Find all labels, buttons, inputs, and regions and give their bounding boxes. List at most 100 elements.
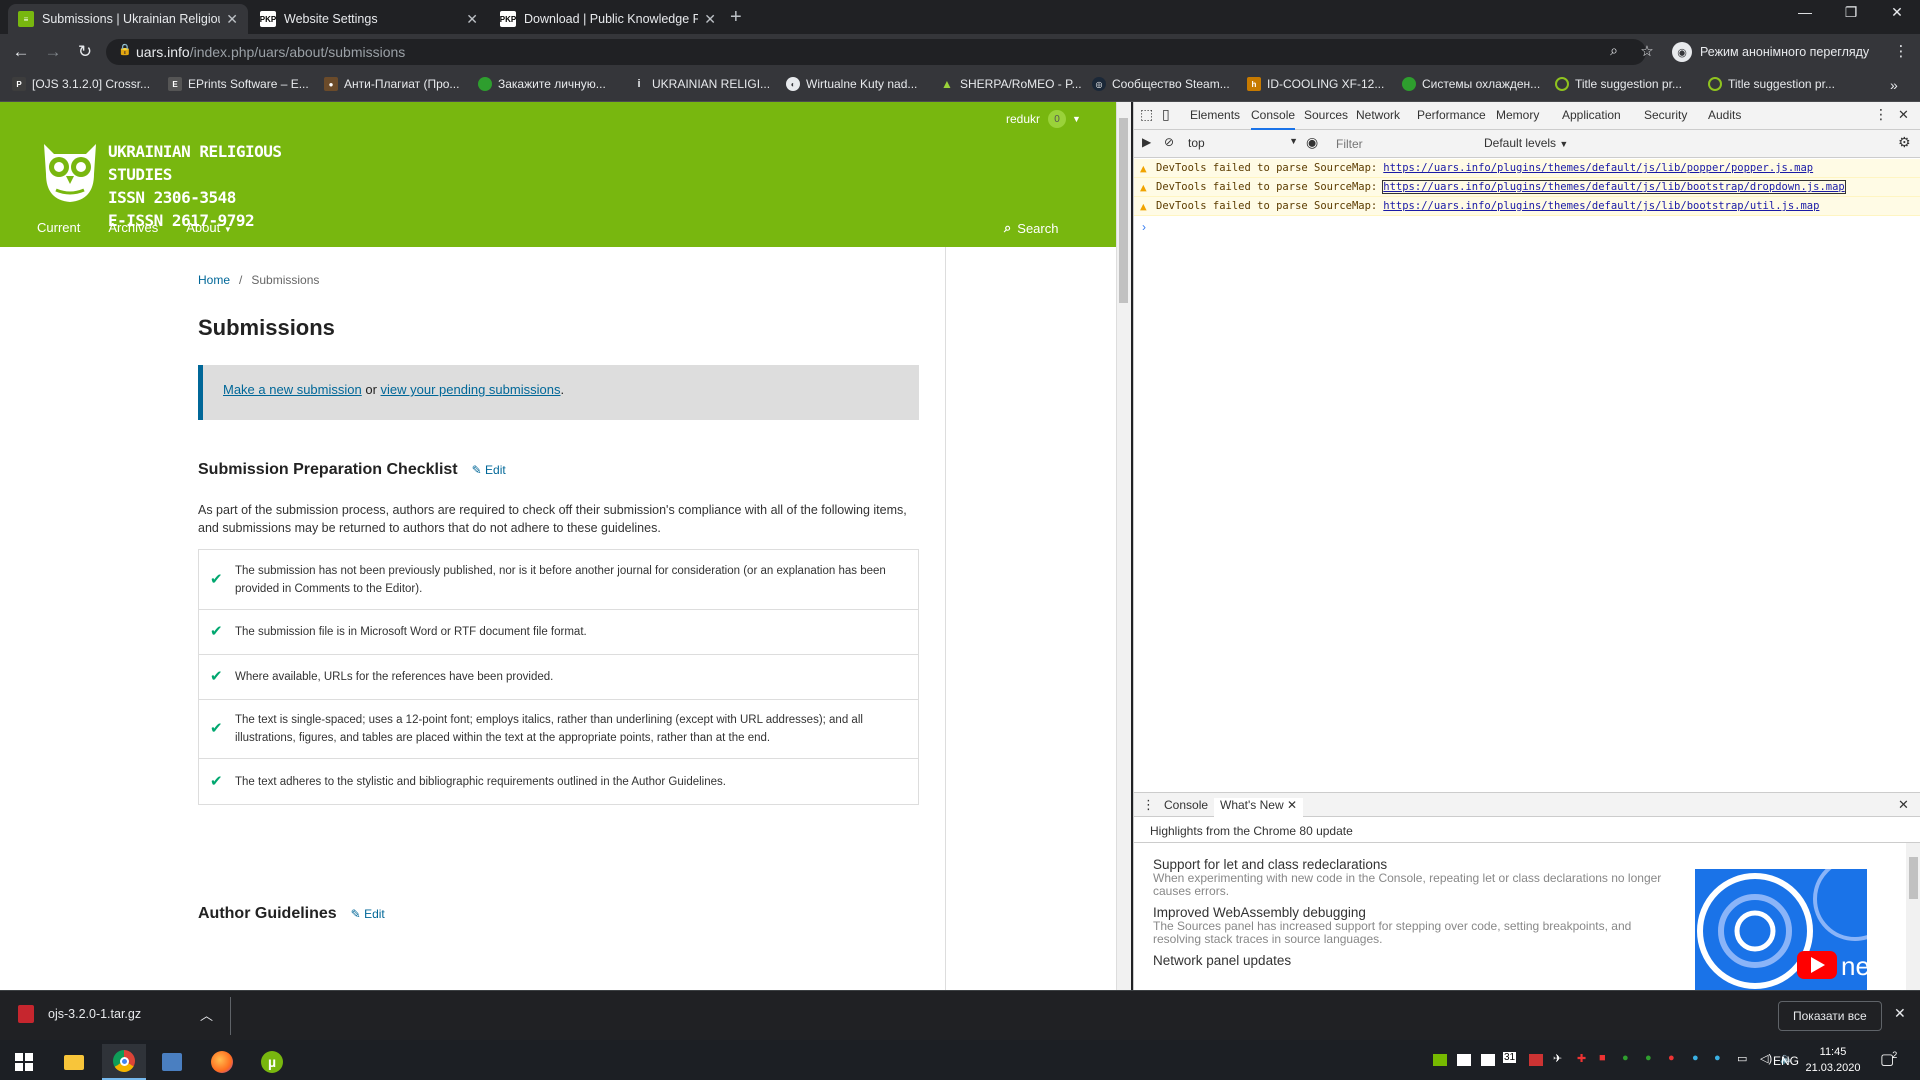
tab-performance[interactable]: Performance [1417,108,1486,122]
breadcrumb-home[interactable]: Home [198,273,230,287]
close-window-button[interactable]: ✕ [1874,4,1920,21]
bookmark-item[interactable]: h ID-COOLING XF-12... [1247,77,1384,91]
clock[interactable]: 11:45 21.03.2020 [1804,1044,1862,1076]
drawer-tab-console[interactable]: Console [1164,798,1208,812]
close-tab-icon[interactable]: ✕ [704,11,716,28]
bookmark-item[interactable]: Закажите личную... [478,77,606,91]
bookmark-item[interactable]: ◐ Wirtualne Kuty nad... [786,77,917,91]
file-explorer-icon[interactable] [52,1044,96,1080]
close-devtools-icon[interactable]: ✕ [1898,107,1909,123]
action-center-icon[interactable]: ▢2 [1880,1050,1899,1068]
bookmark-item[interactable]: i UKRAINIAN RELIGI... [632,77,770,91]
console-prompt[interactable]: › [1142,220,1146,234]
nav-about[interactable]: About ▼ [186,220,232,235]
close-drawer-icon[interactable]: ✕ [1898,797,1909,813]
tray-icon[interactable] [1457,1054,1471,1066]
edit-checklist-link[interactable]: ✎ Edit [472,463,506,477]
chrome-update-video[interactable]: ne [1695,869,1867,991]
context-selector[interactable]: top ▼ [1188,136,1298,150]
input-language[interactable]: ENG [1773,1054,1799,1068]
tray-icon[interactable]: ● [1622,1052,1629,1064]
tray-icon[interactable]: ● [1668,1052,1675,1064]
edit-guidelines-link[interactable]: ✎ Edit [351,907,385,921]
drawer-tab-whats-new[interactable]: What's New ✕ [1214,798,1304,817]
nvidia-tray-icon[interactable] [1433,1054,1447,1066]
devtools-menu-icon[interactable]: ⋮ [1874,106,1888,123]
incognito-indicator[interactable]: ◉ Режим анонімного перегляду [1672,39,1869,65]
back-arrow-icon[interactable]: ← [10,42,32,62]
nav-current[interactable]: Current [37,220,80,235]
tray-icon[interactable]: ● [1692,1052,1699,1064]
inspect-element-icon[interactable]: ⬚ [1140,106,1153,123]
device-toolbar-icon[interactable]: ▯ [1162,106,1170,123]
tray-icon[interactable]: ■ [1599,1052,1606,1064]
tray-icon[interactable]: ✚ [1577,1052,1586,1065]
download-item[interactable]: ojs-3.2.0-1.tar.gz [48,1007,141,1021]
utorrent-icon[interactable]: µ [250,1044,294,1080]
sourcemap-link[interactable]: https://uars.info/plugins/themes/default… [1382,180,1846,194]
drawer-scrollbar-thumb[interactable] [1909,857,1918,899]
bookmark-item[interactable]: E EPrints Software – E... [168,77,309,91]
user-menu[interactable]: redukr 0 ▼ [1006,110,1081,128]
volume-icon[interactable]: ◁) [1760,1052,1772,1065]
log-levels-dropdown[interactable]: Default levels ▼ [1484,136,1568,150]
tab-audits[interactable]: Audits [1708,108,1741,122]
new-submission-link[interactable]: Make a new submission [223,382,362,397]
firefox-icon[interactable] [200,1044,244,1080]
tab-submissions[interactable]: ≡ Submissions | Ukrainian Religious ✕ [8,4,248,34]
close-tab-icon[interactable]: ✕ [466,11,478,28]
network-icon[interactable]: ▭ [1737,1052,1747,1065]
bookmark-item[interactable]: ▲ SHERPA/RoMEO - P... [940,77,1082,91]
settings-gear-icon[interactable]: ⚙ [1898,134,1911,151]
bookmark-item[interactable]: P [OJS 3.1.2.0] Crossr... [12,77,150,91]
bookmark-item[interactable]: ● Анти-Плагиат (Про... [324,77,459,91]
minimize-button[interactable]: — [1782,4,1828,20]
whats-new-item[interactable]: Improved WebAssembly debugging The Source… [1153,905,1673,946]
more-bookmarks-icon[interactable]: » [1890,77,1898,93]
close-downloads-icon[interactable]: ✕ [1894,1005,1906,1022]
bookmark-item[interactable]: ◎ Сообщество Steam... [1092,77,1230,91]
close-tab-icon[interactable]: ✕ [226,11,238,28]
tab-application[interactable]: Application [1562,108,1621,122]
lock-icon[interactable]: 🔒 [118,43,132,56]
tray-icon[interactable] [1529,1054,1543,1066]
tab-console[interactable]: Console [1251,108,1296,130]
tab-download-pkp[interactable]: PKP Download | Public Knowledge Pr ✕ [490,4,726,34]
calendar-tray-icon[interactable]: 31 [1503,1052,1517,1063]
sidebar-toggle-icon[interactable]: ▶ [1142,135,1151,149]
nav-archives[interactable]: Archives [108,220,158,235]
windows-start-icon[interactable] [2,1044,46,1080]
bookmark-item[interactable]: Системы охлажден... [1402,77,1540,91]
drawer-scrollbar[interactable] [1906,843,1920,991]
bookmark-item[interactable]: Title suggestion pr... [1708,77,1835,91]
clear-console-icon[interactable]: ⊘ [1164,135,1174,149]
restore-button[interactable]: ❐ [1828,4,1874,21]
journal-logo[interactable]: Ukrainian Religious Studies ISSN 2306-35… [36,132,320,230]
search-link[interactable]: ⌕ Search [1004,220,1058,236]
tray-icon[interactable]: ● [1714,1052,1721,1064]
page-scrollbar-thumb[interactable] [1119,118,1128,303]
whats-new-item[interactable]: Network panel updates [1153,953,1673,991]
reload-icon[interactable]: ↻ [74,42,96,62]
sourcemap-link[interactable]: https://uars.info/plugins/themes/default… [1383,200,1819,212]
eye-icon[interactable]: ◉ [1306,134,1318,151]
zoom-search-icon[interactable]: ⌕ [1603,42,1625,59]
network-app-icon[interactable] [150,1044,194,1080]
new-tab-button[interactable]: + [730,6,742,29]
tab-security[interactable]: Security [1644,108,1687,122]
tab-memory[interactable]: Memory [1496,108,1539,122]
sourcemap-link[interactable]: https://uars.info/plugins/themes/default… [1383,162,1813,174]
address-bar[interactable]: uars.info/index.php/uars/about/submissio… [106,39,1646,65]
tab-sources[interactable]: Sources [1304,108,1348,122]
pending-submissions-link[interactable]: view your pending submissions [381,382,561,397]
show-all-button[interactable]: Показати все [1778,1001,1882,1031]
bookmark-star-icon[interactable]: ☆ [1636,42,1658,60]
drawer-menu-icon[interactable]: ⋮ [1142,797,1155,813]
tab-network[interactable]: Network [1356,108,1400,122]
bookmark-item[interactable]: Title suggestion pr... [1555,77,1682,91]
whats-new-item[interactable]: Support for let and class redeclarations… [1153,857,1673,898]
forward-arrow-icon[interactable]: → [42,42,64,62]
tab-website-settings[interactable]: PKP Website Settings ✕ [250,4,488,34]
tray-icon[interactable] [1481,1054,1495,1066]
chrome-taskbar-icon[interactable] [102,1044,146,1080]
